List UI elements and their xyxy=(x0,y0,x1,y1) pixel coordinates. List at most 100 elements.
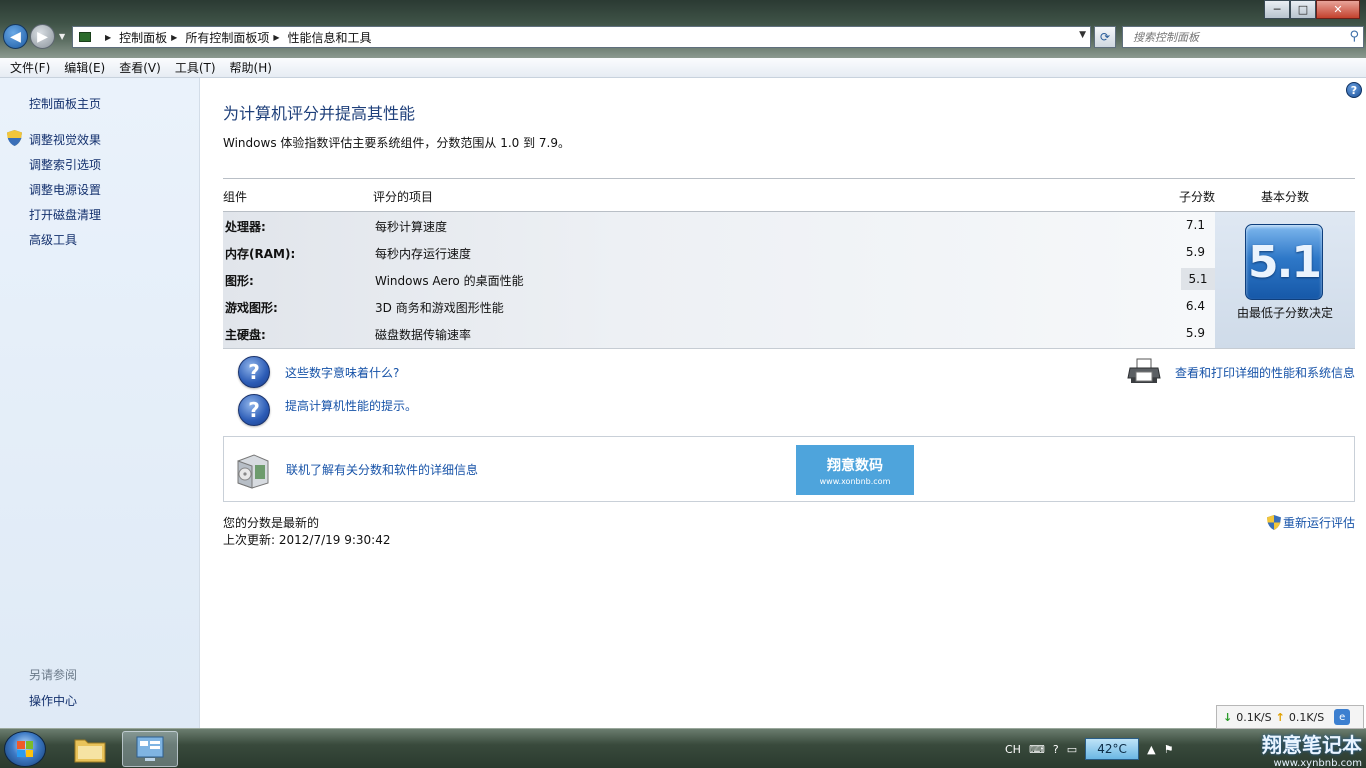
see-also-heading: 另请参阅 xyxy=(29,668,78,682)
menu-help[interactable]: 帮助(H) xyxy=(224,59,278,76)
printer-icon xyxy=(1127,358,1161,383)
table-row: 处理器: 每秒计算速度 7.1 xyxy=(223,212,1215,239)
language-indicator[interactable]: CH xyxy=(1005,743,1021,756)
forward-button[interactable]: ▶ xyxy=(30,24,55,49)
sponsor-logo-text: 翔意数码 xyxy=(827,457,883,474)
online-info-box: 联机了解有关分数和软件的详细信息 翔意数码 www.xonbnb.com xyxy=(223,436,1355,502)
row-component: 内存(RAM): xyxy=(225,247,296,261)
rerun-assessment-link[interactable]: 重新运行评估 xyxy=(1283,514,1355,531)
table-body: 处理器: 每秒计算速度 7.1 内存(RAM): 每秒内存运行速度 5.9 图形… xyxy=(223,212,1215,349)
control-panel-icon xyxy=(136,736,164,761)
forward-arrow-icon: ▶ xyxy=(37,28,48,45)
table-row: 主硬盘: 磁盘数据传输速率 5.9 xyxy=(223,320,1215,347)
close-button[interactable]: ✕ xyxy=(1316,0,1360,19)
row-item: 磁盘数据传输速率 xyxy=(375,328,472,342)
row-subscore-lowest: 5.1 xyxy=(1181,268,1215,290)
watermark: 翔意笔记本 www.xynbnb.com xyxy=(1196,729,1366,768)
show-hidden-icons-icon[interactable]: ▲ xyxy=(1147,743,1155,756)
breadcrumb-chevron-icon: ▶ xyxy=(171,32,178,42)
score-status: 您的分数是最新的 xyxy=(223,516,320,530)
keyboard-icon[interactable]: ⌨ xyxy=(1029,743,1045,756)
address-dropdown-icon[interactable]: ▼ xyxy=(1079,30,1086,40)
help-icon[interactable]: ? xyxy=(1346,82,1362,98)
row-subscore: 5.9 xyxy=(1185,326,1205,340)
online-details-link[interactable]: 联机了解有关分数和软件的详细信息 xyxy=(286,461,478,478)
row-item: 每秒内存运行速度 xyxy=(375,247,472,261)
base-score-badge: 5.1 xyxy=(1245,224,1323,300)
score-table: 组件 评分的项目 子分数 基本分数 处理器: 每秒计算速度 7.1 内存(RAM… xyxy=(223,178,1355,349)
uac-shield-icon xyxy=(1266,515,1281,530)
row-subscore: 5.9 xyxy=(1185,245,1205,259)
upload-arrow-icon: ↑ xyxy=(1275,710,1285,724)
minimize-button[interactable]: ─ xyxy=(1264,0,1290,19)
row-component: 游戏图形: xyxy=(225,301,278,315)
flag-icon[interactable]: ⚑ xyxy=(1164,743,1174,756)
search-box[interactable]: ⚲ xyxy=(1122,26,1364,48)
question-icon: ? xyxy=(238,356,270,388)
minimize-tray-icon[interactable]: ▭ xyxy=(1067,743,1077,756)
address-bar[interactable]: ▶ 控制面板 ▶ 所有控制面板项 ▶ 性能信息和工具 ▼ xyxy=(72,26,1091,48)
what-numbers-mean-link[interactable]: 这些数字意味着什么? xyxy=(285,364,399,381)
sidebar-item-power[interactable]: 调整电源设置 xyxy=(29,181,101,198)
sidebar-item-action-center[interactable]: 操作中心 xyxy=(29,692,77,709)
header-base-score: 基本分数 xyxy=(1261,190,1310,204)
question-icon: ? xyxy=(238,394,270,426)
sidebar-item-disk-cleanup[interactable]: 打开磁盘清理 xyxy=(29,206,101,223)
temperature-gauge[interactable]: 42°C xyxy=(1085,738,1140,760)
table-row: 内存(RAM): 每秒内存运行速度 5.9 xyxy=(223,239,1215,266)
sidebar-home-link[interactable]: 控制面板主页 xyxy=(29,95,101,112)
taskbar-explorer-button[interactable] xyxy=(62,731,118,767)
start-button[interactable] xyxy=(4,731,46,767)
row-item: 3D 商务和游戏图形性能 xyxy=(375,301,504,315)
breadcrumb-chevron-icon: ▶ xyxy=(105,32,112,42)
row-component: 主硬盘: xyxy=(225,328,266,342)
folder-icon xyxy=(74,739,106,763)
watermark-title: 翔意笔记本 xyxy=(1262,733,1362,757)
main-content: ? 为计算机评分并提高其性能 Windows 体验指数评估主要系统组件，分数范围… xyxy=(200,78,1366,728)
breadcrumb-performance[interactable]: ▶ 性能信息和工具 xyxy=(269,29,371,46)
taskbar: CH ⌨ ? ▭ 42°C ▲ ⚑ ↓ 0.1K/S ↑ 0.1K/S e 翔意… xyxy=(0,705,1366,768)
browser-icon[interactable]: e xyxy=(1334,709,1351,725)
taskbar-control-panel-button[interactable] xyxy=(122,731,178,767)
watermark-url: www.xynbnb.com xyxy=(1273,758,1362,768)
refresh-icon: ⟳ xyxy=(1099,30,1111,44)
sidebar-item-indexing[interactable]: 调整索引选项 xyxy=(29,156,101,173)
search-input[interactable] xyxy=(1133,30,1333,44)
menu-bar: 文件(F) 编辑(E) 查看(V) 工具(T) 帮助(H) xyxy=(0,58,1366,78)
menu-edit[interactable]: 编辑(E) xyxy=(58,59,111,76)
base-score-note: 由最低子分数决定 xyxy=(1237,306,1334,320)
rerun-assessment[interactable]: 重新运行评估 xyxy=(1266,514,1355,531)
download-arrow-icon: ↓ xyxy=(1223,710,1233,724)
network-speed-widget: ↓ 0.1K/S ↑ 0.1K/S e xyxy=(1216,705,1364,729)
menu-file[interactable]: 文件(F) xyxy=(4,59,56,76)
page-subtitle: Windows 体验指数评估主要系统组件，分数范围从 1.0 到 7.9。 xyxy=(223,136,570,150)
row-subscore: 7.1 xyxy=(1185,218,1205,232)
download-speed: 0.1K/S xyxy=(1236,710,1272,724)
performance-tips-link[interactable]: 提高计算机性能的提示。 xyxy=(285,397,417,414)
page-title: 为计算机评分并提高其性能 xyxy=(223,104,416,123)
window-titlebar: ─ □ ✕ ◀ ▶ ▼ ▶ 控制面板 ▶ 所有控制面板项 ▶ 性能信息和工具 ▼ ⟳ … xyxy=(0,0,1366,58)
upload-speed: 0.1K/S xyxy=(1288,710,1325,724)
breadcrumb-all-items[interactable]: ▶ 所有控制面板项 xyxy=(167,29,269,46)
menu-view[interactable]: 查看(V) xyxy=(113,59,167,76)
windows-logo-icon xyxy=(17,741,33,757)
sidebar-item-visual-effects[interactable]: 调整视觉效果 xyxy=(29,131,101,148)
header-rated-item: 评分的项目 xyxy=(373,190,434,204)
search-icon[interactable]: ⚲ xyxy=(1349,29,1359,44)
last-update: 上次更新: 2012/7/19 9:30:42 xyxy=(223,533,391,547)
menu-tools[interactable]: 工具(T) xyxy=(169,59,222,76)
refresh-button[interactable]: ⟳ xyxy=(1094,26,1116,48)
header-subscore: 子分数 xyxy=(1179,190,1216,204)
control-panel-icon xyxy=(79,32,91,42)
print-details-link[interactable]: 查看和打印详细的性能和系统信息 xyxy=(1175,364,1355,381)
maximize-button[interactable]: □ xyxy=(1290,0,1316,19)
help-tray-icon[interactable]: ? xyxy=(1053,743,1059,756)
sidebar-item-advanced-tools[interactable]: 高级工具 xyxy=(29,231,77,248)
nav-buttons: ◀ ▶ ▼ xyxy=(3,24,65,49)
table-header: 组件 评分的项目 子分数 基本分数 xyxy=(223,178,1355,212)
breadcrumb-chevron-icon: ▶ xyxy=(273,32,280,42)
row-component: 处理器: xyxy=(225,220,266,234)
breadcrumb-control-panel[interactable]: ▶ 控制面板 xyxy=(101,29,167,46)
back-button[interactable]: ◀ xyxy=(3,24,28,49)
recent-pages-dropdown-icon[interactable]: ▼ xyxy=(59,32,65,41)
